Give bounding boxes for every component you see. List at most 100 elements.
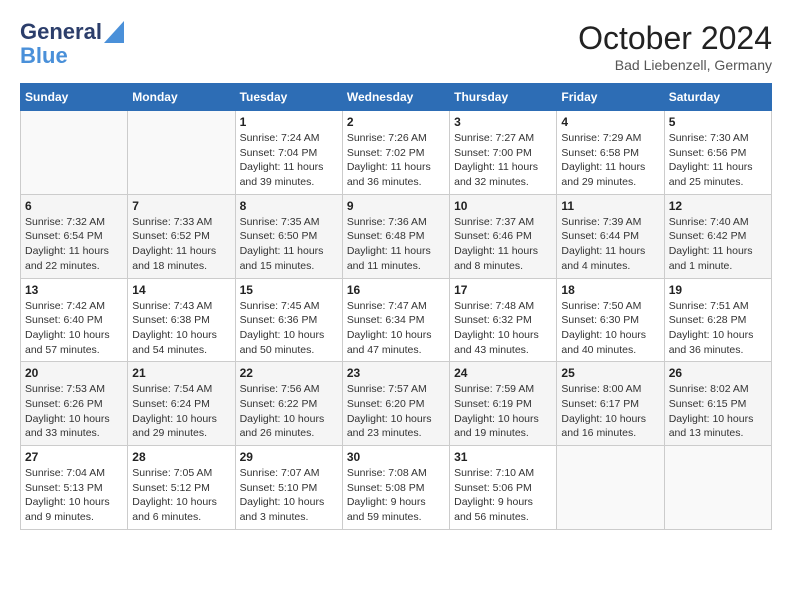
calendar-cell: 22 Sunrise: 7:56 AMSunset: 6:22 PMDayligh… — [235, 362, 342, 446]
day-info: Sunrise: 7:05 AMSunset: 5:12 PMDaylight:… — [132, 466, 230, 525]
day-number: 20 — [25, 366, 123, 380]
day-number: 19 — [669, 283, 767, 297]
day-info: Sunrise: 7:53 AMSunset: 6:26 PMDaylight:… — [25, 382, 123, 441]
day-number: 10 — [454, 199, 552, 213]
day-info: Sunrise: 7:26 AMSunset: 7:02 PMDaylight:… — [347, 131, 445, 190]
day-info: Sunrise: 7:36 AMSunset: 6:48 PMDaylight:… — [347, 215, 445, 274]
day-info: Sunrise: 7:29 AMSunset: 6:58 PMDaylight:… — [561, 131, 659, 190]
day-info: Sunrise: 7:37 AMSunset: 6:46 PMDaylight:… — [454, 215, 552, 274]
calendar-header-row: SundayMondayTuesdayWednesdayThursdayFrid… — [21, 84, 772, 111]
calendar-week-row: 6 Sunrise: 7:32 AMSunset: 6:54 PMDaylight… — [21, 194, 772, 278]
calendar-cell: 29 Sunrise: 7:07 AMSunset: 5:10 PMDayligh… — [235, 446, 342, 530]
day-number: 28 — [132, 450, 230, 464]
logo-icon — [104, 21, 124, 43]
logo: General Blue — [20, 20, 124, 68]
day-number: 7 — [132, 199, 230, 213]
calendar-cell: 4 Sunrise: 7:29 AMSunset: 6:58 PMDaylight… — [557, 111, 664, 195]
day-info: Sunrise: 7:56 AMSunset: 6:22 PMDaylight:… — [240, 382, 338, 441]
day-number: 8 — [240, 199, 338, 213]
day-number: 13 — [25, 283, 123, 297]
day-number: 29 — [240, 450, 338, 464]
weekday-header: Saturday — [664, 84, 771, 111]
day-number: 12 — [669, 199, 767, 213]
calendar-cell: 5Sunrise: 7:30 AMSunset: 6:56 PMDaylight… — [664, 111, 771, 195]
calendar-cell: 18 Sunrise: 7:50 AMSunset: 6:30 PMDayligh… — [557, 278, 664, 362]
calendar-cell: 12 Sunrise: 7:40 AMSunset: 6:42 PMDayligh… — [664, 194, 771, 278]
day-number: 3 — [454, 115, 552, 129]
day-number: 31 — [454, 450, 552, 464]
day-number: 17 — [454, 283, 552, 297]
calendar-cell: 19Sunrise: 7:51 AMSunset: 6:28 PMDayligh… — [664, 278, 771, 362]
day-info: Sunrise: 7:40 AMSunset: 6:42 PMDaylight:… — [669, 215, 767, 274]
weekday-header: Tuesday — [235, 84, 342, 111]
day-info: Sunrise: 7:30 AMSunset: 6:56 PMDaylight:… — [669, 131, 767, 190]
day-info: Sunrise: 7:24 AMSunset: 7:04 PMDaylight:… — [240, 131, 338, 190]
title-area: October 2024 Bad Liebenzell, Germany — [578, 20, 772, 73]
calendar-cell — [664, 446, 771, 530]
page-header: General Blue October 2024 Bad Liebenzell… — [20, 20, 772, 73]
day-info: Sunrise: 7:27 AMSunset: 7:00 PMDaylight:… — [454, 131, 552, 190]
calendar-cell: 25Sunrise: 8:00 AMSunset: 6:17 PMDayligh… — [557, 362, 664, 446]
day-info: Sunrise: 7:32 AMSunset: 6:54 PMDaylight:… — [25, 215, 123, 274]
day-info: Sunrise: 7:48 AMSunset: 6:32 PMDaylight:… — [454, 299, 552, 358]
calendar-week-row: 1Sunrise: 7:24 AMSunset: 7:04 PMDaylight… — [21, 111, 772, 195]
day-info: Sunrise: 7:59 AMSunset: 6:19 PMDaylight:… — [454, 382, 552, 441]
day-number: 2 — [347, 115, 445, 129]
day-number: 30 — [347, 450, 445, 464]
day-number: 16 — [347, 283, 445, 297]
weekday-header: Thursday — [450, 84, 557, 111]
location: Bad Liebenzell, Germany — [578, 57, 772, 73]
day-info: Sunrise: 7:54 AMSunset: 6:24 PMDaylight:… — [132, 382, 230, 441]
day-number: 9 — [347, 199, 445, 213]
day-number: 18 — [561, 283, 659, 297]
day-number: 6 — [25, 199, 123, 213]
calendar-cell: 21 Sunrise: 7:54 AMSunset: 6:24 PMDayligh… — [128, 362, 235, 446]
calendar-cell: 27 Sunrise: 7:04 AMSunset: 5:13 PMDayligh… — [21, 446, 128, 530]
day-number: 27 — [25, 450, 123, 464]
day-number: 23 — [347, 366, 445, 380]
calendar-cell: 6 Sunrise: 7:32 AMSunset: 6:54 PMDaylight… — [21, 194, 128, 278]
calendar-cell: 20 Sunrise: 7:53 AMSunset: 6:26 PMDayligh… — [21, 362, 128, 446]
day-info: Sunrise: 7:50 AMSunset: 6:30 PMDaylight:… — [561, 299, 659, 358]
calendar-cell: 26 Sunrise: 8:02 AMSunset: 6:15 PMDayligh… — [664, 362, 771, 446]
calendar-cell: 7 Sunrise: 7:33 AMSunset: 6:52 PMDaylight… — [128, 194, 235, 278]
calendar-cell — [128, 111, 235, 195]
calendar-cell: 1Sunrise: 7:24 AMSunset: 7:04 PMDaylight… — [235, 111, 342, 195]
calendar-cell: 17 Sunrise: 7:48 AMSunset: 6:32 PMDayligh… — [450, 278, 557, 362]
calendar-cell: 8Sunrise: 7:35 AMSunset: 6:50 PMDaylight… — [235, 194, 342, 278]
day-info: Sunrise: 7:04 AMSunset: 5:13 PMDaylight:… — [25, 466, 123, 525]
calendar-week-row: 20 Sunrise: 7:53 AMSunset: 6:26 PMDayligh… — [21, 362, 772, 446]
day-info: Sunrise: 7:47 AMSunset: 6:34 PMDaylight:… — [347, 299, 445, 358]
day-info: Sunrise: 7:42 AMSunset: 6:40 PMDaylight:… — [25, 299, 123, 358]
calendar-table: SundayMondayTuesdayWednesdayThursdayFrid… — [20, 83, 772, 530]
calendar-cell: 31 Sunrise: 7:10 AMSunset: 5:06 PMDayligh… — [450, 446, 557, 530]
calendar-cell: 14Sunrise: 7:43 AMSunset: 6:38 PMDayligh… — [128, 278, 235, 362]
month-title: October 2024 — [578, 20, 772, 57]
calendar-cell: 3 Sunrise: 7:27 AMSunset: 7:00 PMDaylight… — [450, 111, 557, 195]
calendar-cell: 11Sunrise: 7:39 AMSunset: 6:44 PMDayligh… — [557, 194, 664, 278]
day-number: 26 — [669, 366, 767, 380]
day-number: 4 — [561, 115, 659, 129]
logo-text: General Blue — [20, 20, 124, 68]
calendar-cell: 24Sunrise: 7:59 AMSunset: 6:19 PMDayligh… — [450, 362, 557, 446]
calendar-week-row: 27 Sunrise: 7:04 AMSunset: 5:13 PMDayligh… — [21, 446, 772, 530]
day-info: Sunrise: 8:02 AMSunset: 6:15 PMDaylight:… — [669, 382, 767, 441]
weekday-header: Monday — [128, 84, 235, 111]
day-info: Sunrise: 7:07 AMSunset: 5:10 PMDaylight:… — [240, 466, 338, 525]
day-info: Sunrise: 7:45 AMSunset: 6:36 PMDaylight:… — [240, 299, 338, 358]
day-number: 25 — [561, 366, 659, 380]
weekday-header: Sunday — [21, 84, 128, 111]
day-info: Sunrise: 7:08 AMSunset: 5:08 PMDaylight:… — [347, 466, 445, 525]
calendar-cell: 16 Sunrise: 7:47 AMSunset: 6:34 PMDayligh… — [342, 278, 449, 362]
day-info: Sunrise: 7:10 AMSunset: 5:06 PMDaylight:… — [454, 466, 552, 525]
calendar-cell: 15Sunrise: 7:45 AMSunset: 6:36 PMDayligh… — [235, 278, 342, 362]
calendar-week-row: 13 Sunrise: 7:42 AMSunset: 6:40 PMDayligh… — [21, 278, 772, 362]
day-number: 22 — [240, 366, 338, 380]
calendar-cell — [557, 446, 664, 530]
calendar-cell: 23 Sunrise: 7:57 AMSunset: 6:20 PMDayligh… — [342, 362, 449, 446]
calendar-cell: 10 Sunrise: 7:37 AMSunset: 6:46 PMDayligh… — [450, 194, 557, 278]
day-number: 21 — [132, 366, 230, 380]
weekday-header: Friday — [557, 84, 664, 111]
day-info: Sunrise: 7:33 AMSunset: 6:52 PMDaylight:… — [132, 215, 230, 274]
day-info: Sunrise: 7:57 AMSunset: 6:20 PMDaylight:… — [347, 382, 445, 441]
